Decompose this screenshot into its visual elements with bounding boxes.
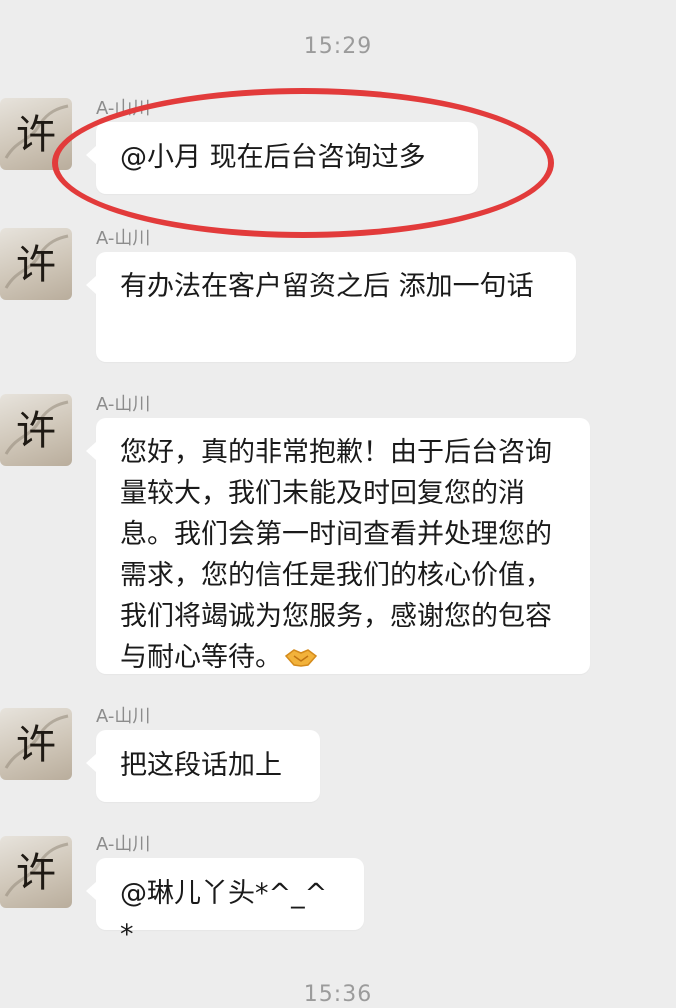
avatar[interactable]: 许 <box>0 98 72 170</box>
handshake-icon <box>284 641 318 667</box>
message-bubble[interactable]: 把这段话加上 <box>86 730 320 802</box>
message-text: 把这段话加上 <box>120 750 282 781</box>
avatar[interactable]: 许 <box>0 708 72 780</box>
sender-name: A-山川 <box>96 98 151 119</box>
sender-name: A-山川 <box>96 394 151 415</box>
message-bubble[interactable]: @小月 现在后台咨询过多 <box>86 122 478 194</box>
avatar[interactable]: 许 <box>0 394 72 466</box>
sender-name: A-山川 <box>96 706 151 727</box>
message-bubble[interactable]: 有办法在客户留资之后 添加一句话 <box>86 252 576 362</box>
avatar-glyph: 许 <box>16 722 56 768</box>
avatar-glyph: 许 <box>16 408 56 454</box>
sender-name: A-山川 <box>96 228 151 249</box>
avatar-glyph: 许 <box>16 850 56 896</box>
timestamp-top: 15:29 <box>303 34 373 59</box>
sender-name: A-山川 <box>96 834 151 855</box>
message-bubble[interactable]: 您好，真的非常抱歉！由于后台咨询量较大，我们未能及时回复您的消息。我们会第一时间… <box>86 418 590 674</box>
message-text: @琳儿丫头*^_^* <box>120 878 328 950</box>
message-text: 有办法在客户留资之后 添加一句话 <box>120 271 534 302</box>
avatar[interactable]: 许 <box>0 228 72 300</box>
avatar-glyph: 许 <box>16 112 56 158</box>
message-bubble[interactable]: @琳儿丫头*^_^* <box>86 858 364 950</box>
message-text: 您好，真的非常抱歉！由于后台咨询量较大，我们未能及时回复您的消息。我们会第一时间… <box>120 437 552 673</box>
message-text: @小月 现在后台咨询过多 <box>120 142 426 173</box>
timestamp-bottom: 15:36 <box>303 982 373 1007</box>
avatar[interactable]: 许 <box>0 836 72 908</box>
avatar-glyph: 许 <box>16 242 56 288</box>
